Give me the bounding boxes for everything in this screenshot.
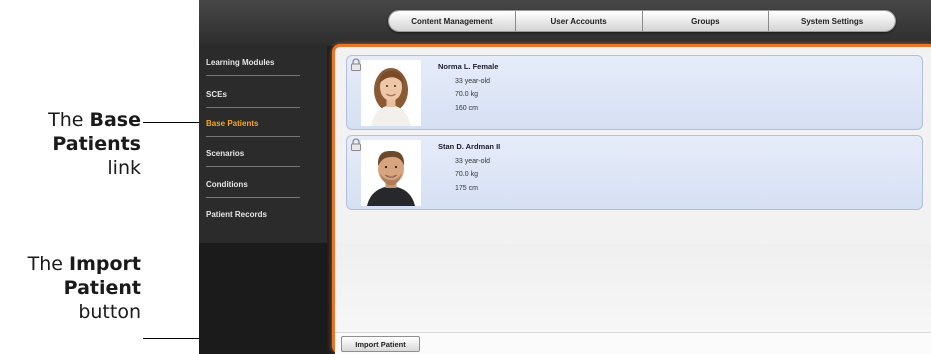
sidebar-item-conditions[interactable]: Conditions (206, 168, 300, 198)
female-avatar-icon (361, 60, 421, 126)
sidebar-item-scenarios[interactable]: Scenarios (206, 137, 300, 167)
patient-height: 175 cm (455, 185, 478, 192)
tab-user-accounts[interactable]: User Accounts (515, 11, 643, 31)
patient-age: 33 year-old (455, 78, 491, 85)
tab-groups[interactable]: Groups (642, 11, 770, 31)
patient-card[interactable]: Stan D. Ardman II 33 year-old 70.0 kg 17… (346, 135, 923, 210)
patient-height: 160 cm (455, 105, 478, 112)
top-navigation-bar: Content Management User Accounts Groups … (199, 0, 931, 46)
callout-import-patient: The Import Patient button (27, 253, 141, 323)
patient-list-panel: Norma L. Female 33 year-old 70.0 kg 160 … (332, 44, 931, 354)
patient-name: Norma L. Female (438, 62, 499, 71)
patient-card[interactable]: Norma L. Female 33 year-old 70.0 kg 160 … (346, 55, 923, 130)
tab-system-settings[interactable]: System Settings (769, 11, 895, 31)
patient-weight: 70.0 kg (455, 171, 478, 178)
top-tabs: Content Management User Accounts Groups … (388, 10, 896, 32)
sidebar-item-learning-modules[interactable]: Learning Modules (206, 46, 300, 76)
leader-line-base (143, 122, 205, 123)
tab-content-management[interactable]: Content Management (389, 11, 516, 31)
sidebar: Learning Modules SCEs Base Patients Scen… (199, 46, 327, 243)
callout-base-patients: The Base Patients link (48, 109, 141, 179)
patient-age: 33 year-old (455, 158, 491, 165)
app-window: Content Management User Accounts Groups … (199, 0, 931, 354)
patient-name: Stan D. Ardman II (438, 142, 501, 151)
import-patient-button[interactable]: Import Patient (341, 336, 420, 352)
action-bar: Import Patient (335, 332, 931, 354)
list-empty-area (335, 243, 931, 333)
sidebar-item-base-patients[interactable]: Base Patients (206, 107, 300, 137)
sidebar-item-sces[interactable]: SCEs (206, 78, 300, 108)
patient-weight: 70.0 kg (455, 91, 478, 98)
male-avatar-icon (361, 140, 421, 206)
patient-photo (361, 140, 421, 206)
sidebar-lower-panel (199, 243, 327, 354)
sidebar-item-patient-records[interactable]: Patient Records (206, 198, 300, 228)
patient-photo (361, 60, 421, 126)
